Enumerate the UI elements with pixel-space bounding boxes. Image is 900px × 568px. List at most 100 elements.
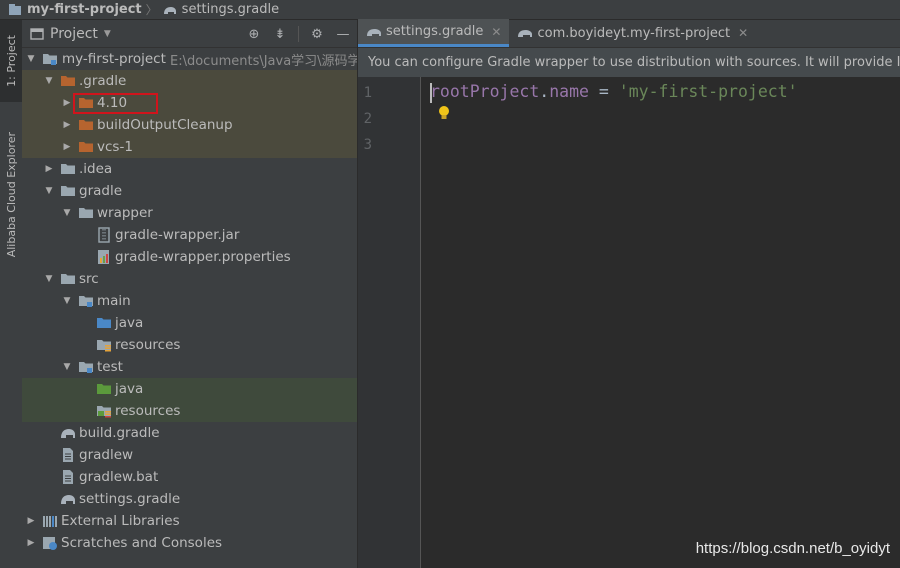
collapsed-arrow-icon[interactable]: ▶: [62, 114, 72, 136]
tree-item-label: settings.gradle: [79, 491, 181, 507]
tree-row-scratches[interactable]: ▶ Scratches and Consoles: [22, 532, 357, 554]
folder-icon: [61, 186, 75, 196]
breadcrumb-file[interactable]: settings.gradle: [162, 2, 279, 17]
breadcrumb-separator: 〉: [145, 3, 158, 17]
tree-item-label: resources: [115, 337, 181, 353]
gradle-icon: [163, 6, 176, 14]
collapsed-arrow-icon[interactable]: ▶: [26, 532, 36, 554]
collapsed-arrow-icon[interactable]: ▶: [62, 136, 72, 158]
module-folder-icon: [43, 54, 57, 65]
close-icon[interactable]: ✕: [738, 26, 748, 40]
expanded-arrow-icon[interactable]: ▼: [62, 290, 72, 312]
gradle-icon: [518, 30, 533, 37]
resources-folder-icon: [97, 340, 111, 352]
collapsed-arrow-icon[interactable]: ▶: [44, 158, 54, 180]
tree-row-test-resources[interactable]: resources: [22, 400, 357, 422]
expanded-arrow-icon[interactable]: ▼: [44, 268, 54, 290]
tree-row-gradlew[interactable]: gradlew: [22, 444, 357, 466]
tree-row-main-resources[interactable]: resources: [22, 334, 357, 356]
line-number-gutter: 1 2 3: [358, 77, 421, 568]
expanded-arrow-icon[interactable]: ▼: [26, 48, 36, 70]
excluded-folder-icon: [79, 120, 93, 130]
tree-root-label: my-first-project: [62, 51, 166, 67]
editor-area: settings.gradle ✕ com.boyideyt.my-first-…: [358, 19, 900, 568]
collapse-all-icon[interactable]: ⇟: [272, 26, 288, 42]
tree-row-build-output-cleanup[interactable]: ▶ buildOutputCleanup: [22, 114, 357, 136]
tab-com-boyideyt[interactable]: com.boyideyt.my-first-project ✕: [509, 19, 756, 47]
jar-file-icon: [98, 227, 110, 243]
tree-item-label: java: [115, 381, 144, 397]
tree-row-4-10[interactable]: ▶ 4.10: [22, 92, 357, 114]
libraries-icon: [43, 516, 57, 527]
expanded-arrow-icon[interactable]: ▼: [44, 70, 54, 92]
line-number: 1: [363, 85, 372, 101]
tree-item-label: gradle-wrapper.properties: [115, 249, 291, 265]
notice-text: You can configure Gradle wrapper to use …: [368, 55, 900, 70]
tree-item-label: test: [97, 359, 123, 375]
tree-root-path: E:\documents\Java学习\源码学: [170, 53, 357, 69]
line-number: 3: [363, 137, 372, 153]
tree-item-label: .idea: [79, 161, 113, 177]
locate-icon[interactable]: ⊕: [246, 26, 262, 42]
properties-file-icon: [98, 250, 109, 264]
code-operator: =: [588, 82, 619, 101]
tree-row-gradlew-bat[interactable]: gradlew.bat: [22, 466, 357, 488]
tree-row-gradle-wrapper-properties[interactable]: gradle-wrapper.properties: [22, 246, 357, 268]
tree-item-label: External Libraries: [61, 513, 180, 529]
breadcrumb-file-label: settings.gradle: [181, 2, 280, 17]
tree-row-vcs-1[interactable]: ▶ vcs-1: [22, 136, 357, 158]
hide-panel-icon[interactable]: —: [335, 26, 351, 42]
tree-row-build-gradle[interactable]: build.gradle: [22, 422, 357, 444]
collapsed-arrow-icon[interactable]: ▶: [26, 510, 36, 532]
gear-icon[interactable]: ⚙: [309, 26, 325, 42]
tree-row-test-java[interactable]: java: [22, 378, 357, 400]
tree-item-label: build.gradle: [79, 425, 160, 441]
scratches-icon: [43, 537, 57, 550]
tree-row-settings-gradle[interactable]: settings.gradle: [22, 488, 357, 510]
tree-row-gradle[interactable]: ▼ gradle: [22, 180, 357, 202]
breadcrumb-project[interactable]: my-first-project: [8, 2, 142, 17]
tree-item-label: buildOutputCleanup: [97, 117, 233, 133]
expanded-arrow-icon[interactable]: ▼: [44, 180, 54, 202]
code-editor[interactable]: 1 2 3 rootProject.name = 'my-first-proje…: [358, 77, 900, 568]
tree-item-label: vcs-1: [97, 139, 133, 155]
tree-row-gradle-wrapper-jar[interactable]: gradle-wrapper.jar: [22, 224, 357, 246]
excluded-folder-icon: [61, 76, 75, 86]
tree-item-label: resources: [115, 403, 181, 419]
lightbulb-icon[interactable]: [438, 105, 450, 121]
expanded-arrow-icon[interactable]: ▼: [62, 356, 72, 378]
code-dot: .: [539, 82, 550, 101]
tab-label: settings.gradle: [386, 24, 484, 39]
tree-row-main-java[interactable]: java: [22, 312, 357, 334]
tree-row-main[interactable]: ▼ main: [22, 290, 357, 312]
tree-row-dot-gradle[interactable]: ▼ .gradle: [22, 70, 357, 92]
tab-settings-gradle[interactable]: settings.gradle ✕: [358, 19, 510, 47]
folder-icon: [61, 164, 75, 174]
project-icon: [9, 3, 21, 15]
project-view-icon: [30, 27, 44, 40]
gradle-icon: [61, 429, 75, 438]
tree-row-root[interactable]: ▼ my-first-project E:\documents\Java学习\源…: [22, 48, 357, 70]
close-icon[interactable]: ✕: [491, 25, 501, 39]
tree-item-label: java: [115, 315, 144, 331]
tree-row-external-libraries[interactable]: ▶ External Libraries: [22, 510, 357, 532]
tree-row-src[interactable]: ▼ src: [22, 268, 357, 290]
tree-row-wrapper[interactable]: ▼ wrapper: [22, 202, 357, 224]
expanded-arrow-icon[interactable]: ▼: [62, 202, 72, 224]
tree-item-label: gradlew.bat: [79, 469, 159, 485]
tree-item-label: .gradle: [79, 73, 127, 89]
tree-row-test[interactable]: ▼ test: [22, 356, 357, 378]
project-view-selector[interactable]: Project ▼: [30, 26, 111, 42]
tree-row-idea[interactable]: ▶ .idea: [22, 158, 357, 180]
excluded-folder-icon: [79, 142, 93, 152]
project-panel: Project ▼ ⊕ ⇟ ⚙ — ▼ my-first-project E:\…: [22, 20, 357, 568]
tree-item-label: wrapper: [97, 205, 153, 221]
tree-item-label: Scratches and Consoles: [61, 535, 223, 551]
collapsed-arrow-icon[interactable]: ▶: [62, 92, 72, 114]
line-number: 2: [363, 111, 372, 127]
alibaba-cloud-tab[interactable]: Alibaba Cloud Explorer: [0, 120, 22, 270]
project-tool-tab[interactable]: 1: Project: [0, 20, 22, 102]
watermark: https://blog.csdn.net/b_oyidyt: [695, 540, 890, 557]
tree-item-label: gradlew: [79, 447, 134, 463]
test-source-folder-icon: [97, 384, 111, 394]
